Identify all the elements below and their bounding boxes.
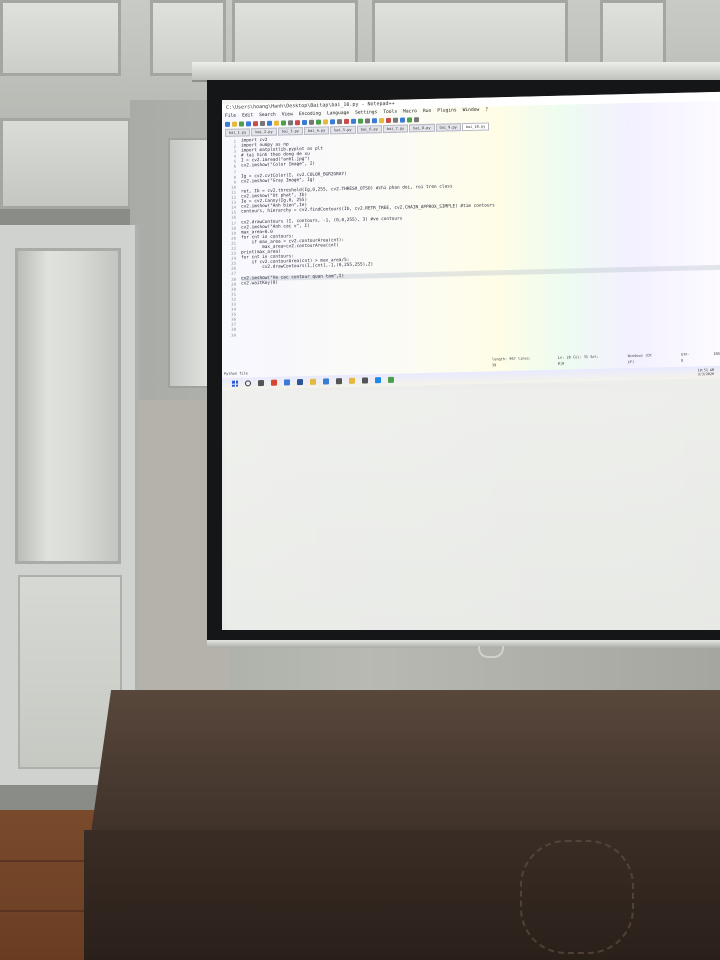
toolbar-button-icon[interactable] bbox=[288, 120, 293, 126]
floor-tile-line bbox=[0, 910, 90, 912]
menu-item[interactable]: Edit bbox=[242, 113, 253, 118]
settings-icon[interactable] bbox=[362, 377, 368, 384]
folder-icon[interactable] bbox=[310, 378, 316, 385]
search-icon[interactable] bbox=[245, 380, 251, 387]
transom-window bbox=[0, 118, 131, 209]
line-number-gutter: 1 2 3 4 5 6 7 8 9 10 11 12 13 14 15 16 17 18 19 20 21 22 23 24 2… bbox=[222, 137, 238, 367]
screen-roller-case bbox=[192, 62, 720, 82]
chrome-icon[interactable] bbox=[271, 379, 277, 386]
toolbar-button-icon[interactable] bbox=[344, 118, 349, 125]
menu-item[interactable]: Run bbox=[423, 109, 431, 114]
toolbar-button-icon[interactable] bbox=[281, 120, 286, 126]
toolbar-button-icon[interactable] bbox=[379, 118, 384, 124]
file-type-label: Python file bbox=[224, 371, 248, 376]
start-icon[interactable] bbox=[232, 380, 238, 387]
toolbar-button-icon[interactable] bbox=[365, 118, 370, 124]
menu-item[interactable]: Plugins bbox=[437, 108, 456, 113]
toolbar-button-icon[interactable] bbox=[358, 118, 363, 124]
toolbar-button-icon[interactable] bbox=[309, 119, 314, 125]
toolbar-button-icon[interactable] bbox=[302, 119, 307, 126]
status-position: Ln: 28 Col: 35 Sel: 0|0 bbox=[557, 354, 599, 366]
stage-top bbox=[90, 690, 720, 840]
status-length: length: 967 lines: 39 bbox=[492, 356, 531, 368]
menu-item[interactable]: Tools bbox=[383, 110, 397, 115]
toolbar-button-icon[interactable] bbox=[400, 117, 405, 123]
projected-editor-window: C:\Users\hoang\Hanh\Desktop\Baitap\bai_1… bbox=[222, 91, 720, 391]
toolbar-button-icon[interactable] bbox=[372, 118, 377, 124]
line-number: 39 bbox=[231, 332, 236, 338]
toolbar-button-icon[interactable] bbox=[253, 121, 258, 127]
stage-scuff bbox=[520, 840, 634, 954]
explorer-icon[interactable] bbox=[349, 377, 355, 384]
upper-window-1 bbox=[0, 0, 121, 76]
menu-item[interactable]: Encoding bbox=[299, 112, 321, 118]
toolbar-button-icon[interactable] bbox=[337, 119, 342, 125]
toolbar-button-icon[interactable] bbox=[295, 120, 300, 126]
menu-item[interactable]: File bbox=[225, 114, 236, 119]
toolbar-button-icon[interactable] bbox=[323, 119, 328, 125]
toolbar-button-icon[interactable] bbox=[274, 120, 279, 126]
system-tray[interactable]: 10:51 AM 3/3/2020 bbox=[698, 368, 714, 376]
toolbar-button-icon[interactable] bbox=[260, 120, 265, 127]
screen-bottom-bar bbox=[207, 640, 720, 648]
toolbar-button-icon[interactable] bbox=[316, 119, 321, 125]
toolbar-button-icon[interactable] bbox=[351, 118, 356, 124]
toolbar-button-icon[interactable] bbox=[267, 120, 272, 126]
door-glass-panel bbox=[15, 248, 121, 564]
tray-date: 3/3/2020 bbox=[697, 371, 714, 377]
status-encoding: UTF-8 bbox=[681, 352, 690, 363]
mail-icon[interactable] bbox=[323, 378, 329, 385]
floor-tile-line bbox=[0, 860, 90, 862]
menu-item[interactable]: View bbox=[282, 112, 293, 117]
toolbar-button-icon[interactable] bbox=[225, 121, 230, 127]
store-icon[interactable] bbox=[336, 378, 342, 385]
toolbar-button-icon[interactable] bbox=[407, 117, 412, 123]
code-text[interactable]: import cv2 import numpy as np import matpl… bbox=[238, 125, 720, 367]
menu-item[interactable]: Search bbox=[259, 113, 276, 118]
photos-icon[interactable] bbox=[284, 379, 290, 386]
toolbar-button-icon[interactable] bbox=[386, 117, 391, 123]
menu-item[interactable]: ? bbox=[485, 107, 488, 112]
status-mode: INS bbox=[713, 351, 720, 356]
toolbar-button-icon[interactable] bbox=[414, 117, 419, 123]
edge-icon[interactable] bbox=[375, 377, 381, 384]
menu-item[interactable]: Language bbox=[327, 111, 349, 117]
menu-item[interactable]: Window bbox=[463, 108, 480, 113]
menu-item[interactable]: Macro bbox=[403, 109, 417, 114]
toolbar-button-icon[interactable] bbox=[330, 119, 335, 125]
status-eol: Windows (CR LF) bbox=[627, 353, 652, 365]
toolbar-button-icon[interactable] bbox=[246, 121, 251, 127]
word-icon[interactable] bbox=[297, 379, 303, 386]
toolbar-button-icon[interactable] bbox=[393, 117, 398, 123]
toolbar-button-icon[interactable] bbox=[239, 121, 244, 127]
menu-item[interactable]: Settings bbox=[355, 110, 377, 116]
task-view-icon[interactable] bbox=[258, 379, 264, 387]
toolbar-button-icon[interactable] bbox=[232, 121, 237, 127]
editor-area[interactable]: 1 2 3 4 5 6 7 8 9 10 11 12 13 14 15 16 17 18 19 20 21 22 23 24 2… bbox=[222, 125, 720, 367]
notepad-icon[interactable] bbox=[388, 376, 394, 383]
